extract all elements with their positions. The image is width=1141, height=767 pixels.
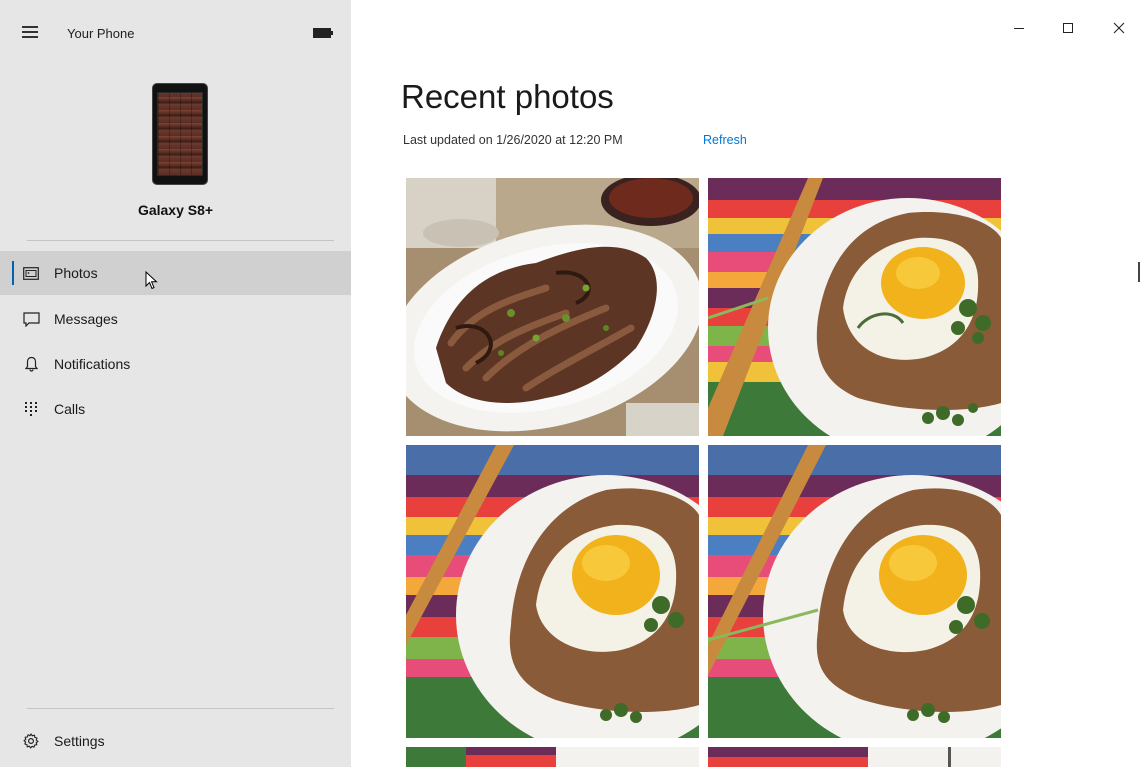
gear-icon bbox=[22, 732, 40, 750]
photo-thumbnail[interactable] bbox=[406, 747, 699, 767]
mouse-pointer-icon bbox=[145, 271, 158, 290]
photo-thumbnail[interactable] bbox=[708, 178, 1001, 436]
battery-icon bbox=[313, 28, 333, 38]
nav-label: Calls bbox=[54, 401, 86, 417]
nav-label: Photos bbox=[54, 265, 98, 281]
page-title: Recent photos bbox=[401, 78, 614, 115]
nav-item-photos[interactable]: Photos bbox=[0, 251, 351, 295]
photo-thumbnail[interactable] bbox=[708, 445, 1001, 738]
nav-label: Messages bbox=[54, 311, 118, 327]
sidebar-divider bbox=[27, 708, 334, 709]
refresh-link[interactable]: Refresh bbox=[703, 133, 747, 147]
nav-label: Notifications bbox=[54, 356, 131, 372]
sidebar-header: Your Phone bbox=[0, 0, 351, 66]
nav-item-notifications[interactable]: Notifications bbox=[0, 342, 351, 386]
nav-item-messages[interactable]: Messages bbox=[0, 297, 351, 341]
phone-thumbnail bbox=[152, 83, 208, 185]
bell-icon bbox=[22, 355, 40, 373]
last-updated-text: Last updated on 1/26/2020 at 12:20 PM bbox=[403, 133, 623, 147]
settings-label: Settings bbox=[54, 733, 105, 749]
device-name: Galaxy S8+ bbox=[137, 202, 214, 218]
app-title: Your Phone bbox=[67, 26, 135, 41]
dialpad-icon bbox=[22, 400, 40, 418]
settings-button[interactable]: Settings bbox=[0, 719, 351, 763]
nav-item-calls[interactable]: Calls bbox=[0, 387, 351, 431]
window-edge-mark bbox=[1138, 262, 1140, 282]
minimize-icon bbox=[1014, 28, 1024, 29]
minimize-button[interactable] bbox=[1007, 16, 1031, 40]
maximize-button[interactable] bbox=[1056, 16, 1080, 40]
sidebar-divider bbox=[27, 240, 334, 241]
photo-thumbnail[interactable] bbox=[406, 445, 699, 738]
close-icon bbox=[1113, 22, 1125, 34]
photo-thumbnail[interactable] bbox=[406, 178, 699, 436]
maximize-icon bbox=[1063, 23, 1073, 33]
close-button[interactable] bbox=[1107, 16, 1131, 40]
sidebar: Your Phone Galaxy S8+ Photos Messages No… bbox=[0, 0, 351, 767]
photo-thumbnail[interactable] bbox=[708, 747, 1001, 767]
message-icon bbox=[22, 310, 40, 328]
photos-icon bbox=[22, 264, 40, 282]
hamburger-menu-icon[interactable] bbox=[22, 26, 38, 38]
